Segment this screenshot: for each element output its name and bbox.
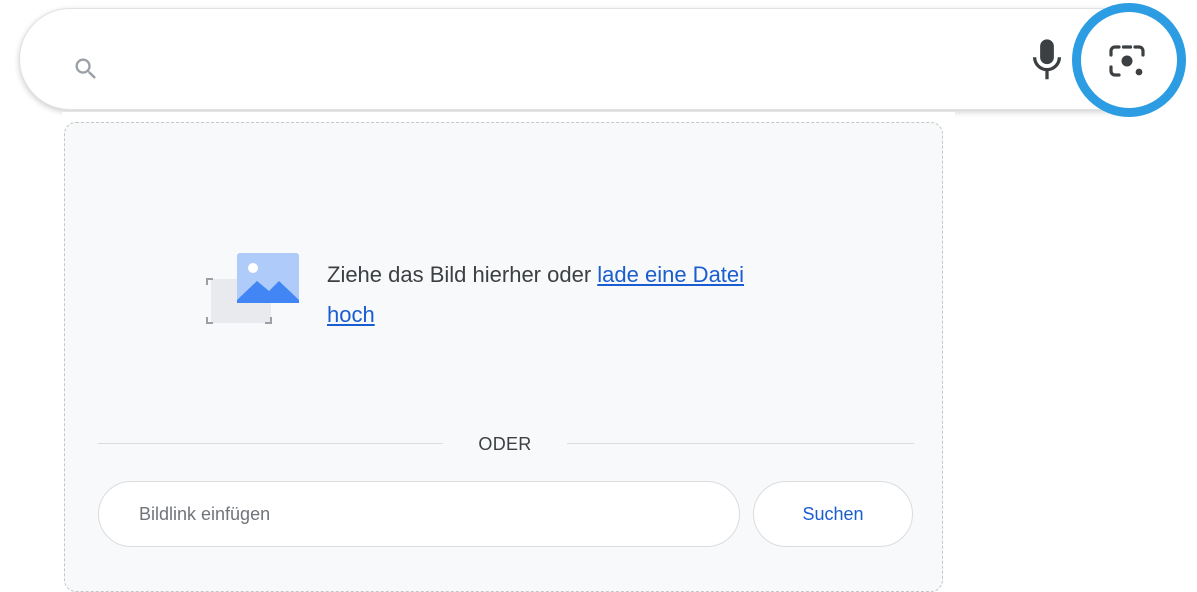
microphone-icon[interactable] — [1030, 38, 1064, 82]
divider-right — [567, 443, 914, 444]
drop-instructions: Ziehe das Bild hierher oder lade eine Da… — [327, 255, 767, 335]
image-search-panel: Ziehe das Bild hierher oder lade eine Da… — [62, 112, 955, 592]
search-icon — [75, 58, 96, 79]
image-url-input[interactable] — [98, 481, 740, 547]
search-button[interactable]: Suchen — [753, 481, 913, 547]
lens-search-button[interactable] — [1072, 3, 1186, 117]
divider-left — [98, 443, 443, 444]
search-bar — [19, 8, 1179, 110]
or-separator-label: ODER — [478, 434, 532, 454]
image-upload-icon — [206, 253, 299, 324]
drop-text: Ziehe das Bild hierher oder — [327, 262, 598, 287]
search-input[interactable] — [120, 39, 1004, 81]
image-drop-zone[interactable]: Ziehe das Bild hierher oder lade eine Da… — [64, 122, 943, 592]
